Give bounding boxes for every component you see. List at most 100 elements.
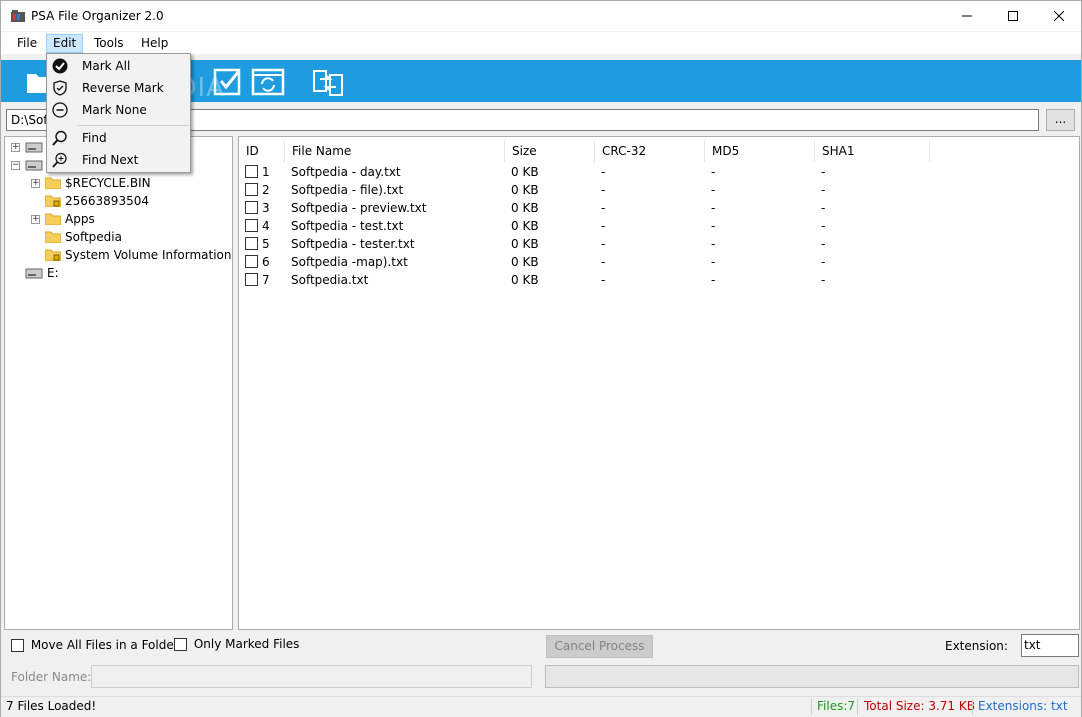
cell-md5: - [711,255,716,269]
expand-icon[interactable]: + [31,215,40,224]
menu-help[interactable]: Help [135,35,174,54]
menu-item-label: Reverse Mark [82,81,164,95]
maximize-button[interactable] [990,1,1036,31]
tree-item-recycle[interactable]: $RECYCLE.BIN [45,174,151,192]
tree-item-locked-folder[interactable]: 25663893504 [45,192,149,210]
status-loaded: 7 Files Loaded! [6,699,97,713]
refresh-window-icon[interactable] [251,65,285,97]
cell-md5: - [711,237,716,251]
progress-bar [545,665,1079,688]
table-row[interactable]: 7 Softpedia.txt 0 KB - - - [239,271,1039,289]
tree-item-apps[interactable]: Apps [45,210,95,228]
folder-icon [45,177,61,189]
menu-edit[interactable]: Edit [46,34,84,53]
file-list[interactable]: ID File Name Size CRC-32 MD5 SHA1 1 Soft… [238,136,1080,630]
expand-icon[interactable]: + [11,143,20,152]
magnifier-icon [52,130,67,146]
cell-size: 0 KB [511,201,539,215]
browse-button[interactable]: ... [1046,109,1075,131]
menu-item-find-next[interactable]: Find Next [47,149,190,171]
minimize-button[interactable] [944,1,990,31]
menu-tools[interactable]: Tools [88,35,130,54]
status-bar: 7 Files Loaded! Files:7 Total Size: 3.71… [1,696,1081,717]
menu-bar: File Edit Tools Help [1,32,1081,54]
tree-item-system-volume[interactable]: System Volume Information [45,246,231,264]
cell-size: 0 KB [511,183,539,197]
shield-check-icon [53,80,67,96]
cell-sha1: - [821,237,826,251]
move-all-checkbox[interactable] [11,639,24,652]
cell-size: 0 KB [511,237,539,251]
table-row[interactable]: 4 Softpedia - test.txt 0 KB - - - [239,217,1039,235]
tree-item-softpedia[interactable]: Softpedia [45,228,122,246]
extension-label: Extension: [945,639,1008,653]
folder-tree[interactable]: + − + $RECYCLE.BIN 25663893504 + Apps So… [4,136,233,630]
close-button[interactable] [1036,1,1082,31]
cell-size: 0 KB [511,273,539,287]
cell-sha1: - [821,183,826,197]
only-marked-option[interactable]: Only Marked Files [174,637,299,651]
expand-icon[interactable]: + [31,179,40,188]
title-bar: PSA File Organizer 2.0 [1,1,1081,31]
row-checkbox[interactable] [245,273,258,286]
folder-icon [45,231,61,243]
cell-id: 4 [262,219,270,233]
tree-item-drive-e[interactable]: E: [25,264,59,282]
cell-name: Softpedia - test.txt [291,219,404,233]
cell-name: Softpedia -map).txt [291,255,408,269]
table-row[interactable]: 5 Softpedia - tester.txt 0 KB - - - [239,235,1039,253]
table-row[interactable]: 1 Softpedia - day.txt 0 KB - - - [239,163,1039,181]
menu-item-mark-all[interactable]: Mark All [47,55,190,77]
column-header-id[interactable]: ID [239,140,285,162]
row-checkbox[interactable] [245,237,258,250]
menu-file[interactable]: File [11,35,43,54]
menu-separator [77,125,189,126]
tree-item-label: System Volume Information [65,248,232,262]
row-checkbox[interactable] [245,201,258,214]
status-divider [972,699,973,715]
column-header-size[interactable]: Size [505,140,595,162]
column-header-crc32[interactable]: CRC-32 [595,140,705,162]
row-checkbox[interactable] [245,255,258,268]
status-divider [811,699,812,715]
folder-name-input[interactable] [91,665,532,688]
cell-name: Softpedia - day.txt [291,165,401,179]
drive-icon [25,160,43,171]
cell-sha1: - [821,165,826,179]
column-header-sha1[interactable]: SHA1 [815,140,930,162]
cell-id: 3 [262,201,270,215]
row-checkbox[interactable] [245,165,258,178]
cell-crc: - [601,201,606,215]
menu-item-reverse-mark[interactable]: Reverse Mark [47,77,190,99]
only-marked-checkbox[interactable] [174,638,187,651]
cell-name: Softpedia - tester.txt [291,237,415,251]
tree-item-label: E: [47,266,59,280]
menu-item-mark-none[interactable]: Mark None [47,99,190,121]
extension-input[interactable]: txt [1021,634,1079,657]
organize-files-icon[interactable] [311,65,345,97]
cell-md5: - [711,273,716,287]
folder-icon [45,213,61,225]
row-checkbox[interactable] [245,219,258,232]
row-checkbox[interactable] [245,183,258,196]
app-window: PSA File Organizer 2.0 File Edit Tools H… [0,0,1082,717]
table-row[interactable]: 6 Softpedia -map).txt 0 KB - - - [239,253,1039,271]
table-row[interactable]: 3 Softpedia - preview.txt 0 KB - - - [239,199,1039,217]
cell-size: 0 KB [511,165,539,179]
collapse-icon[interactable]: − [11,161,20,170]
cancel-process-button[interactable]: Cancel Process [546,635,653,658]
cell-name: Softpedia - preview.txt [291,201,427,215]
table-row[interactable]: 2 Softpedia - file).txt 0 KB - - - [239,181,1039,199]
locked-folder-icon [45,249,61,261]
menu-item-find[interactable]: Find [47,127,190,149]
edit-menu-dropdown: Mark All Reverse Mark Mark None Find Fin… [46,53,191,173]
move-all-option[interactable]: Move All Files in a Folder [11,638,179,652]
app-icon [11,10,25,22]
window-title: PSA File Organizer 2.0 [31,9,164,23]
cell-md5: - [711,183,716,197]
folder-name-label: Folder Name: [11,670,92,684]
column-header-md5[interactable]: MD5 [705,140,815,162]
cell-id: 5 [262,237,270,251]
column-header-file-name[interactable]: File Name [285,140,505,162]
cell-crc: - [601,165,606,179]
